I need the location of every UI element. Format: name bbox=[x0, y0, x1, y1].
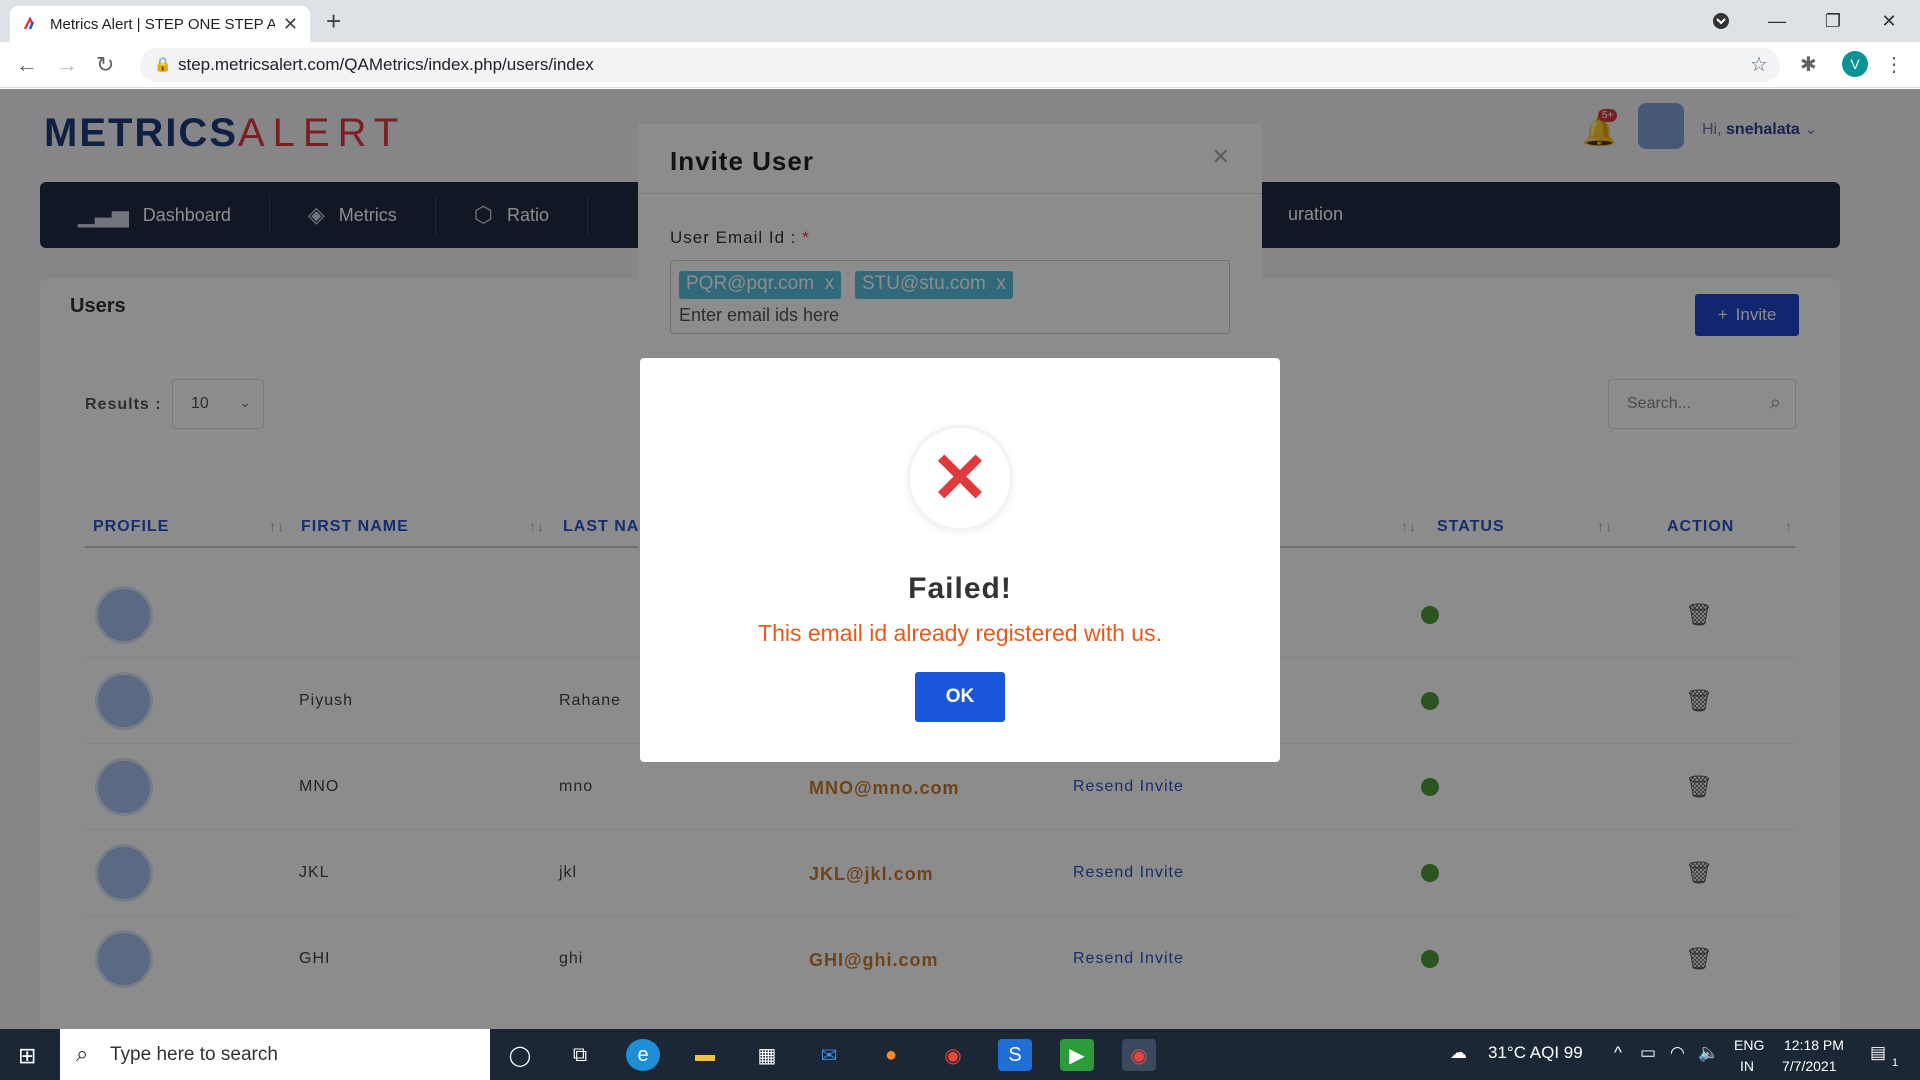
edge-icon[interactable]: e bbox=[626, 1039, 660, 1071]
metricsalert-favicon bbox=[23, 16, 35, 30]
notification-count: 1 bbox=[1892, 1057, 1899, 1069]
reload-icon[interactable]: ↻ bbox=[96, 52, 114, 78]
windows-start-icon[interactable]: ⊞ bbox=[18, 1043, 36, 1069]
task-view-icon[interactable]: ⧉ bbox=[563, 1039, 597, 1071]
tab-search-icon[interactable] bbox=[1698, 0, 1744, 42]
browser-tab[interactable]: Metrics Alert | STEP ONE STEP AH ✕ bbox=[10, 6, 310, 42]
cortana-icon[interactable]: ◯ bbox=[503, 1039, 537, 1071]
close-window-icon[interactable]: ✕ bbox=[1866, 0, 1912, 42]
action-center-icon[interactable]: ▤ bbox=[1870, 1043, 1886, 1063]
media-player-icon[interactable]: ▶ bbox=[1060, 1039, 1094, 1071]
app-s-icon[interactable]: S bbox=[998, 1039, 1032, 1071]
url-field[interactable]: 🔒 step.metricsalert.com/QAMetrics/index.… bbox=[140, 48, 1780, 82]
minimize-icon[interactable]: — bbox=[1754, 0, 1800, 42]
mail-icon[interactable]: ✉ bbox=[812, 1039, 846, 1071]
forward-icon[interactable]: → bbox=[56, 52, 78, 78]
volume-icon[interactable]: 🔈 bbox=[1698, 1043, 1719, 1063]
close-tab-icon[interactable]: ✕ bbox=[283, 14, 298, 35]
weather-cloud-icon[interactable]: ☁ bbox=[1450, 1043, 1467, 1063]
restore-icon[interactable]: ❐ bbox=[1810, 0, 1856, 42]
lang-region: IN bbox=[1740, 1058, 1754, 1074]
clock-date: 7/7/2021 bbox=[1782, 1058, 1837, 1074]
firefox-icon[interactable]: ● bbox=[874, 1039, 908, 1071]
store-icon[interactable]: ▦ bbox=[750, 1039, 784, 1071]
browser-profile-avatar[interactable]: V bbox=[1842, 51, 1868, 77]
battery-icon[interactable]: ▭ bbox=[1640, 1043, 1656, 1063]
weather-text[interactable]: 31°C AQI 99 bbox=[1488, 1043, 1583, 1063]
wifi-icon[interactable]: ◠ bbox=[1670, 1043, 1685, 1063]
windows-taskbar: ⊞ ⌕ Type here to search ◯ ⧉ e ▬ ▦ ✉ ● ◉ … bbox=[0, 1029, 1920, 1080]
bookmark-star-icon[interactable]: ☆ bbox=[1750, 52, 1768, 77]
chrome-active-icon[interactable]: ◉ bbox=[1122, 1039, 1156, 1071]
chrome-icon[interactable]: ◉ bbox=[936, 1039, 970, 1071]
back-icon[interactable]: ← bbox=[16, 52, 38, 78]
lang-code[interactable]: ENG bbox=[1734, 1037, 1764, 1053]
new-tab-icon[interactable]: + bbox=[326, 6, 341, 37]
lock-icon: 🔒 bbox=[154, 56, 172, 72]
tray-chevron-up-icon[interactable]: ^ bbox=[1614, 1043, 1622, 1063]
taskbar-search[interactable]: ⌕ Type here to search bbox=[60, 1029, 490, 1080]
failed-alert-dialog: ✕ Failed! This email id already register… bbox=[640, 358, 1280, 762]
error-x-icon: ✕ bbox=[910, 428, 1010, 528]
clock-time[interactable]: 12:18 PM bbox=[1784, 1037, 1844, 1053]
ok-button[interactable]: OK bbox=[915, 672, 1005, 722]
browser-tab-strip: Metrics Alert | STEP ONE STEP AH ✕ + — ❐… bbox=[0, 0, 1920, 42]
alert-message: This email id already registered with us… bbox=[758, 620, 1162, 646]
url-text: step.metricsalert.com/QAMetrics/index.ph… bbox=[178, 55, 594, 74]
taskbar-search-placeholder: Type here to search bbox=[110, 1043, 278, 1065]
file-explorer-icon[interactable]: ▬ bbox=[688, 1039, 722, 1071]
tab-title: Metrics Alert | STEP ONE STEP AH bbox=[50, 15, 275, 33]
extensions-icon[interactable]: ✱ bbox=[1800, 52, 1817, 77]
search-icon: ⌕ bbox=[76, 1041, 89, 1066]
address-bar-row: ← → ↻ 🔒 step.metricsalert.com/QAMetrics/… bbox=[0, 42, 1920, 88]
browser-menu-icon[interactable]: ⋮ bbox=[1884, 52, 1904, 77]
alert-title: Failed! bbox=[908, 572, 1012, 605]
